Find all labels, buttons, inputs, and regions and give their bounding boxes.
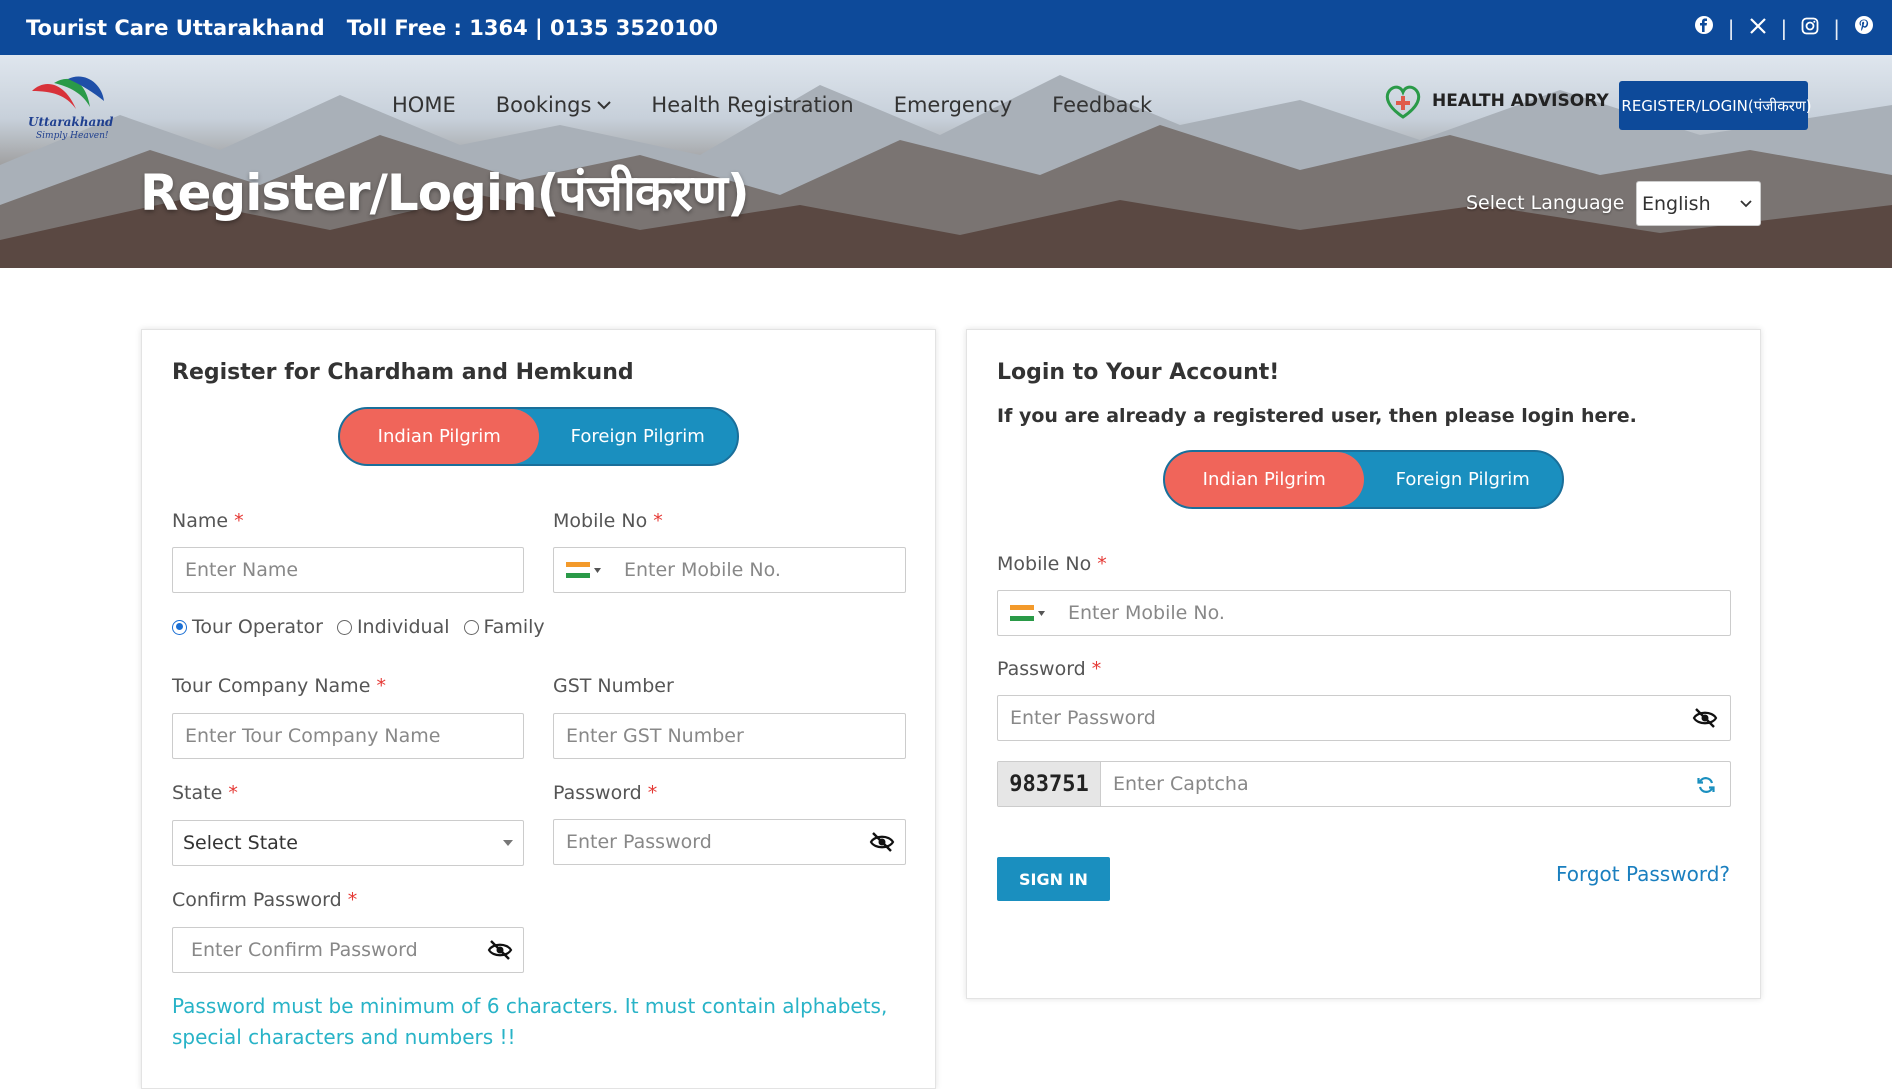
select-language-label: Select Language <box>1466 192 1625 214</box>
forgot-password-link[interactable]: Forgot Password? <box>1556 862 1730 886</box>
topbar-brand: Tourist Care Uttarakhand <box>26 15 325 40</box>
main-nav: HOME Bookings Health Registration Emerge… <box>392 93 1152 117</box>
password-requirements-note: Password must be minimum of 6 characters… <box>172 994 888 1049</box>
social-separator: | <box>1780 15 1788 40</box>
register-card: Register for Chardham and Hemkund Indian… <box>141 329 936 1089</box>
register-pilgrim-toggle: Indian Pilgrim Foreign Pilgrim <box>338 407 739 466</box>
heart-health-icon <box>1385 85 1421 119</box>
social-links: | | | <box>1694 0 1874 55</box>
country-code-select[interactable] <box>554 548 612 592</box>
gst-input[interactable]: Enter GST Number <box>553 713 906 759</box>
social-separator: | <box>1727 15 1735 40</box>
nav-home[interactable]: HOME <box>392 93 456 117</box>
company-placeholder: Enter Tour Company Name <box>185 725 441 747</box>
language-select[interactable]: English <box>1636 181 1761 226</box>
facebook-icon[interactable] <box>1694 15 1714 40</box>
instagram-icon[interactable] <box>1801 16 1819 40</box>
captcha-input[interactable]: 983751 Enter Captcha <box>997 761 1731 807</box>
radio-tour-operator[interactable]: Tour Operator <box>172 616 323 638</box>
state-select[interactable]: Select State <box>172 820 524 866</box>
register-password-input[interactable]: Enter Password <box>553 819 906 865</box>
captcha-image: 983751 <box>998 762 1101 806</box>
register-password-label: Password * <box>553 782 658 804</box>
register-password-placeholder: Enter Password <box>566 831 712 853</box>
nav-emergency[interactable]: Emergency <box>894 93 1012 117</box>
confirm-password-input[interactable]: Enter Confirm Password <box>172 927 524 973</box>
login-card: Login to Your Account! If you are alread… <box>966 329 1761 999</box>
refresh-icon[interactable] <box>1696 775 1716 795</box>
login-mobile-label: Mobile No * <box>997 553 1107 575</box>
social-separator: | <box>1833 15 1840 40</box>
health-advisory-label: HEALTH ADVISORY <box>1432 91 1609 111</box>
login-foreign-pilgrim-tab[interactable]: Foreign Pilgrim <box>1364 452 1563 507</box>
radio-individual[interactable]: Individual <box>336 616 450 638</box>
company-input[interactable]: Enter Tour Company Name <box>172 713 524 759</box>
caret-down-icon <box>503 840 513 846</box>
nav-feedback[interactable]: Feedback <box>1052 93 1152 117</box>
name-placeholder: Enter Name <box>185 559 299 581</box>
health-advisory-link[interactable]: HEALTH ADVISORY <box>1382 81 1609 121</box>
login-password-placeholder: Enter Password <box>1010 707 1156 729</box>
register-login-button[interactable]: REGISTER/LOGIN(पंजीकरण) <box>1619 81 1812 130</box>
user-type-radio-group: Tour Operator Individual Family <box>172 616 545 638</box>
login-heading: Login to Your Account! <box>997 360 1280 385</box>
gst-placeholder: Enter GST Number <box>566 725 744 747</box>
login-password-input[interactable]: Enter Password <box>997 695 1731 741</box>
company-label: Tour Company Name * <box>172 675 386 697</box>
state-selected: Select State <box>183 832 298 854</box>
gst-label: GST Number <box>553 675 674 697</box>
sign-in-button[interactable]: SIGN IN <box>997 857 1110 901</box>
page-title: Register/Login(पंजीकरण) <box>140 164 750 222</box>
register-heading: Register for Chardham and Hemkund <box>172 360 634 385</box>
register-login-label: REGISTER/LOGIN(पंजीकरण) <box>1621 96 1812 115</box>
radio-dot-selected[interactable] <box>172 619 187 635</box>
login-subtitle: If you are already a registered user, th… <box>997 405 1637 427</box>
caret-down-icon <box>1037 610 1045 616</box>
eye-slash-icon[interactable] <box>487 939 513 961</box>
eye-slash-icon[interactable] <box>869 831 895 853</box>
hero-banner: Uttarakhand Simply Heaven! HOME Bookings… <box>0 55 1892 268</box>
radio-family[interactable]: Family <box>463 616 545 638</box>
logo-tagline: Simply Heaven! <box>36 131 109 141</box>
language-selected: English <box>1642 192 1711 215</box>
radio-dot[interactable] <box>463 619 479 635</box>
nav-bookings[interactable]: Bookings <box>496 93 612 117</box>
login-pilgrim-toggle: Indian Pilgrim Foreign Pilgrim <box>1163 450 1564 509</box>
chevron-down-icon <box>1740 199 1752 207</box>
chevron-down-icon <box>597 101 612 110</box>
register-mobile-placeholder: Enter Mobile No. <box>624 559 781 581</box>
confirm-password-label: Confirm Password * <box>172 889 358 911</box>
eye-slash-icon[interactable] <box>1692 707 1718 729</box>
pinterest-icon[interactable] <box>1854 15 1874 40</box>
register-mobile-input[interactable]: Enter Mobile No. <box>553 547 906 593</box>
india-flag-icon <box>565 562 590 578</box>
captcha-placeholder: Enter Captcha <box>1113 773 1249 795</box>
toll-free-number: Toll Free : 1364 | 0135 3520100 <box>346 15 719 40</box>
x-icon[interactable] <box>1749 16 1767 40</box>
radio-dot[interactable] <box>336 619 352 635</box>
login-mobile-placeholder: Enter Mobile No. <box>1068 602 1225 624</box>
name-label: Name * <box>172 510 244 532</box>
country-code-select[interactable] <box>998 591 1056 635</box>
nav-bookings-label: Bookings <box>495 93 592 117</box>
caret-down-icon <box>593 567 601 573</box>
confirm-password-placeholder: Enter Confirm Password <box>191 939 418 961</box>
register-mobile-label: Mobile No * <box>553 510 663 532</box>
top-bar: Tourist Care Uttarakhand Toll Free : 136… <box>0 0 1892 55</box>
login-mobile-input[interactable]: Enter Mobile No. <box>997 590 1731 636</box>
india-flag-icon <box>1009 605 1034 621</box>
state-label: State * <box>172 782 238 804</box>
nav-health-registration[interactable]: Health Registration <box>651 93 853 117</box>
login-password-label: Password * <box>997 658 1102 680</box>
register-indian-pilgrim-tab[interactable]: Indian Pilgrim <box>340 409 539 464</box>
login-indian-pilgrim-tab[interactable]: Indian Pilgrim <box>1165 452 1364 507</box>
name-input[interactable]: Enter Name <box>172 547 524 593</box>
register-foreign-pilgrim-tab[interactable]: Foreign Pilgrim <box>539 409 738 464</box>
logo-text: Uttarakhand <box>28 115 114 129</box>
